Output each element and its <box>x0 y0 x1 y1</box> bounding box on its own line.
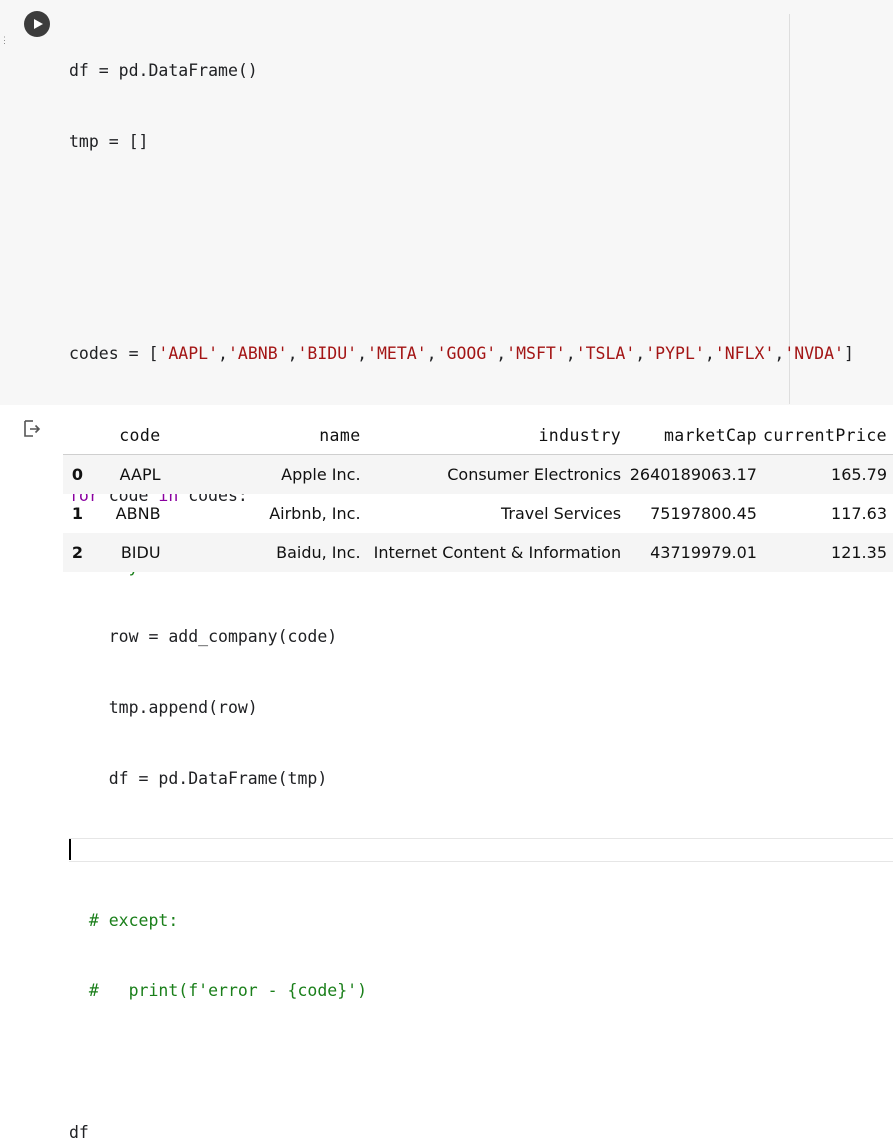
column-header-marketcap: marketCap <box>627 416 763 455</box>
code-line-active[interactable] <box>69 837 893 862</box>
row-index: 0 <box>63 454 92 494</box>
code-comment-line: # except: <box>69 910 179 930</box>
code-line: df = pd.DataFrame() <box>69 61 258 81</box>
index-header <box>63 416 92 455</box>
active-line-highlight <box>69 837 893 862</box>
cell-currentprice: 117.63 <box>831 504 887 523</box>
cell-name: Airbnb, Inc. <box>269 504 361 523</box>
table-header-row: code name industry marketCap currentPric… <box>63 416 893 455</box>
cell-code: ABNB <box>115 504 161 523</box>
code-line: df = pd.DataFrame(tmp) <box>69 769 328 788</box>
column-header-currentprice: currentPrice <box>762 416 893 455</box>
code-editor[interactable]: df = pd.DataFrame() tmp = [] codes = ['A… <box>69 12 893 1142</box>
cell-name: Apple Inc. <box>166 454 367 494</box>
code-line: tmp = [] <box>69 131 149 151</box>
run-cell-button[interactable] <box>24 11 50 37</box>
output-arrow-icon[interactable] <box>22 419 42 439</box>
table-row: 0 AAPL Apple Inc. Consumer Electronics 2… <box>63 454 893 494</box>
cell-code: AAPL <box>91 454 167 494</box>
cell-name: Baidu, Inc. <box>166 533 367 572</box>
cell-industry: Consumer Electronics <box>366 454 628 494</box>
row-index: 2 <box>63 533 92 572</box>
cell-code: BIDU <box>91 533 167 572</box>
column-header-industry: industry <box>366 416 628 455</box>
table-row: 1 ABNB Airbnb, Inc. Travel Services 7519… <box>63 494 893 533</box>
cell-marketcap: 43719979.01 <box>627 533 763 572</box>
code-line: df <box>69 1122 89 1142</box>
dataframe-output-table: code name industry marketCap currentPric… <box>63 416 893 572</box>
code-line-text: codes = ['AAPL','ABNB','BIDU','META','GO… <box>69 344 854 364</box>
column-header-code: code <box>91 416 167 455</box>
code-line: row = add_company(code) <box>69 627 338 647</box>
code-line: codes = ['AAPL','ABNB','BIDU','META','GO… <box>69 342 889 366</box>
code-comment-line: # print(f'error - {code}') <box>69 981 368 1001</box>
code-cell[interactable]: df = pd.DataFrame() tmp = [] codes = ['A… <box>6 0 893 1142</box>
column-header-name: name <box>166 416 367 455</box>
text-cursor <box>69 838 71 860</box>
cell-marketcap: 2640189063.17 <box>627 454 763 494</box>
cell-currentprice: 165.79 <box>762 454 893 494</box>
cell-industry: Internet Content & Information <box>366 533 628 572</box>
gutter-marker-icon: ⋮ <box>0 36 9 46</box>
cell-currentprice: 121.35 <box>762 533 893 572</box>
cell-marketcap: 75197800.45 <box>650 504 757 523</box>
output-arrow-svg <box>24 420 41 437</box>
code-line: tmp.append(row) <box>69 698 258 718</box>
row-index: 1 <box>71 504 84 523</box>
table-row: 2 BIDU Baidu, Inc. Internet Content & In… <box>63 533 893 572</box>
cell-industry: Travel Services <box>500 504 622 523</box>
